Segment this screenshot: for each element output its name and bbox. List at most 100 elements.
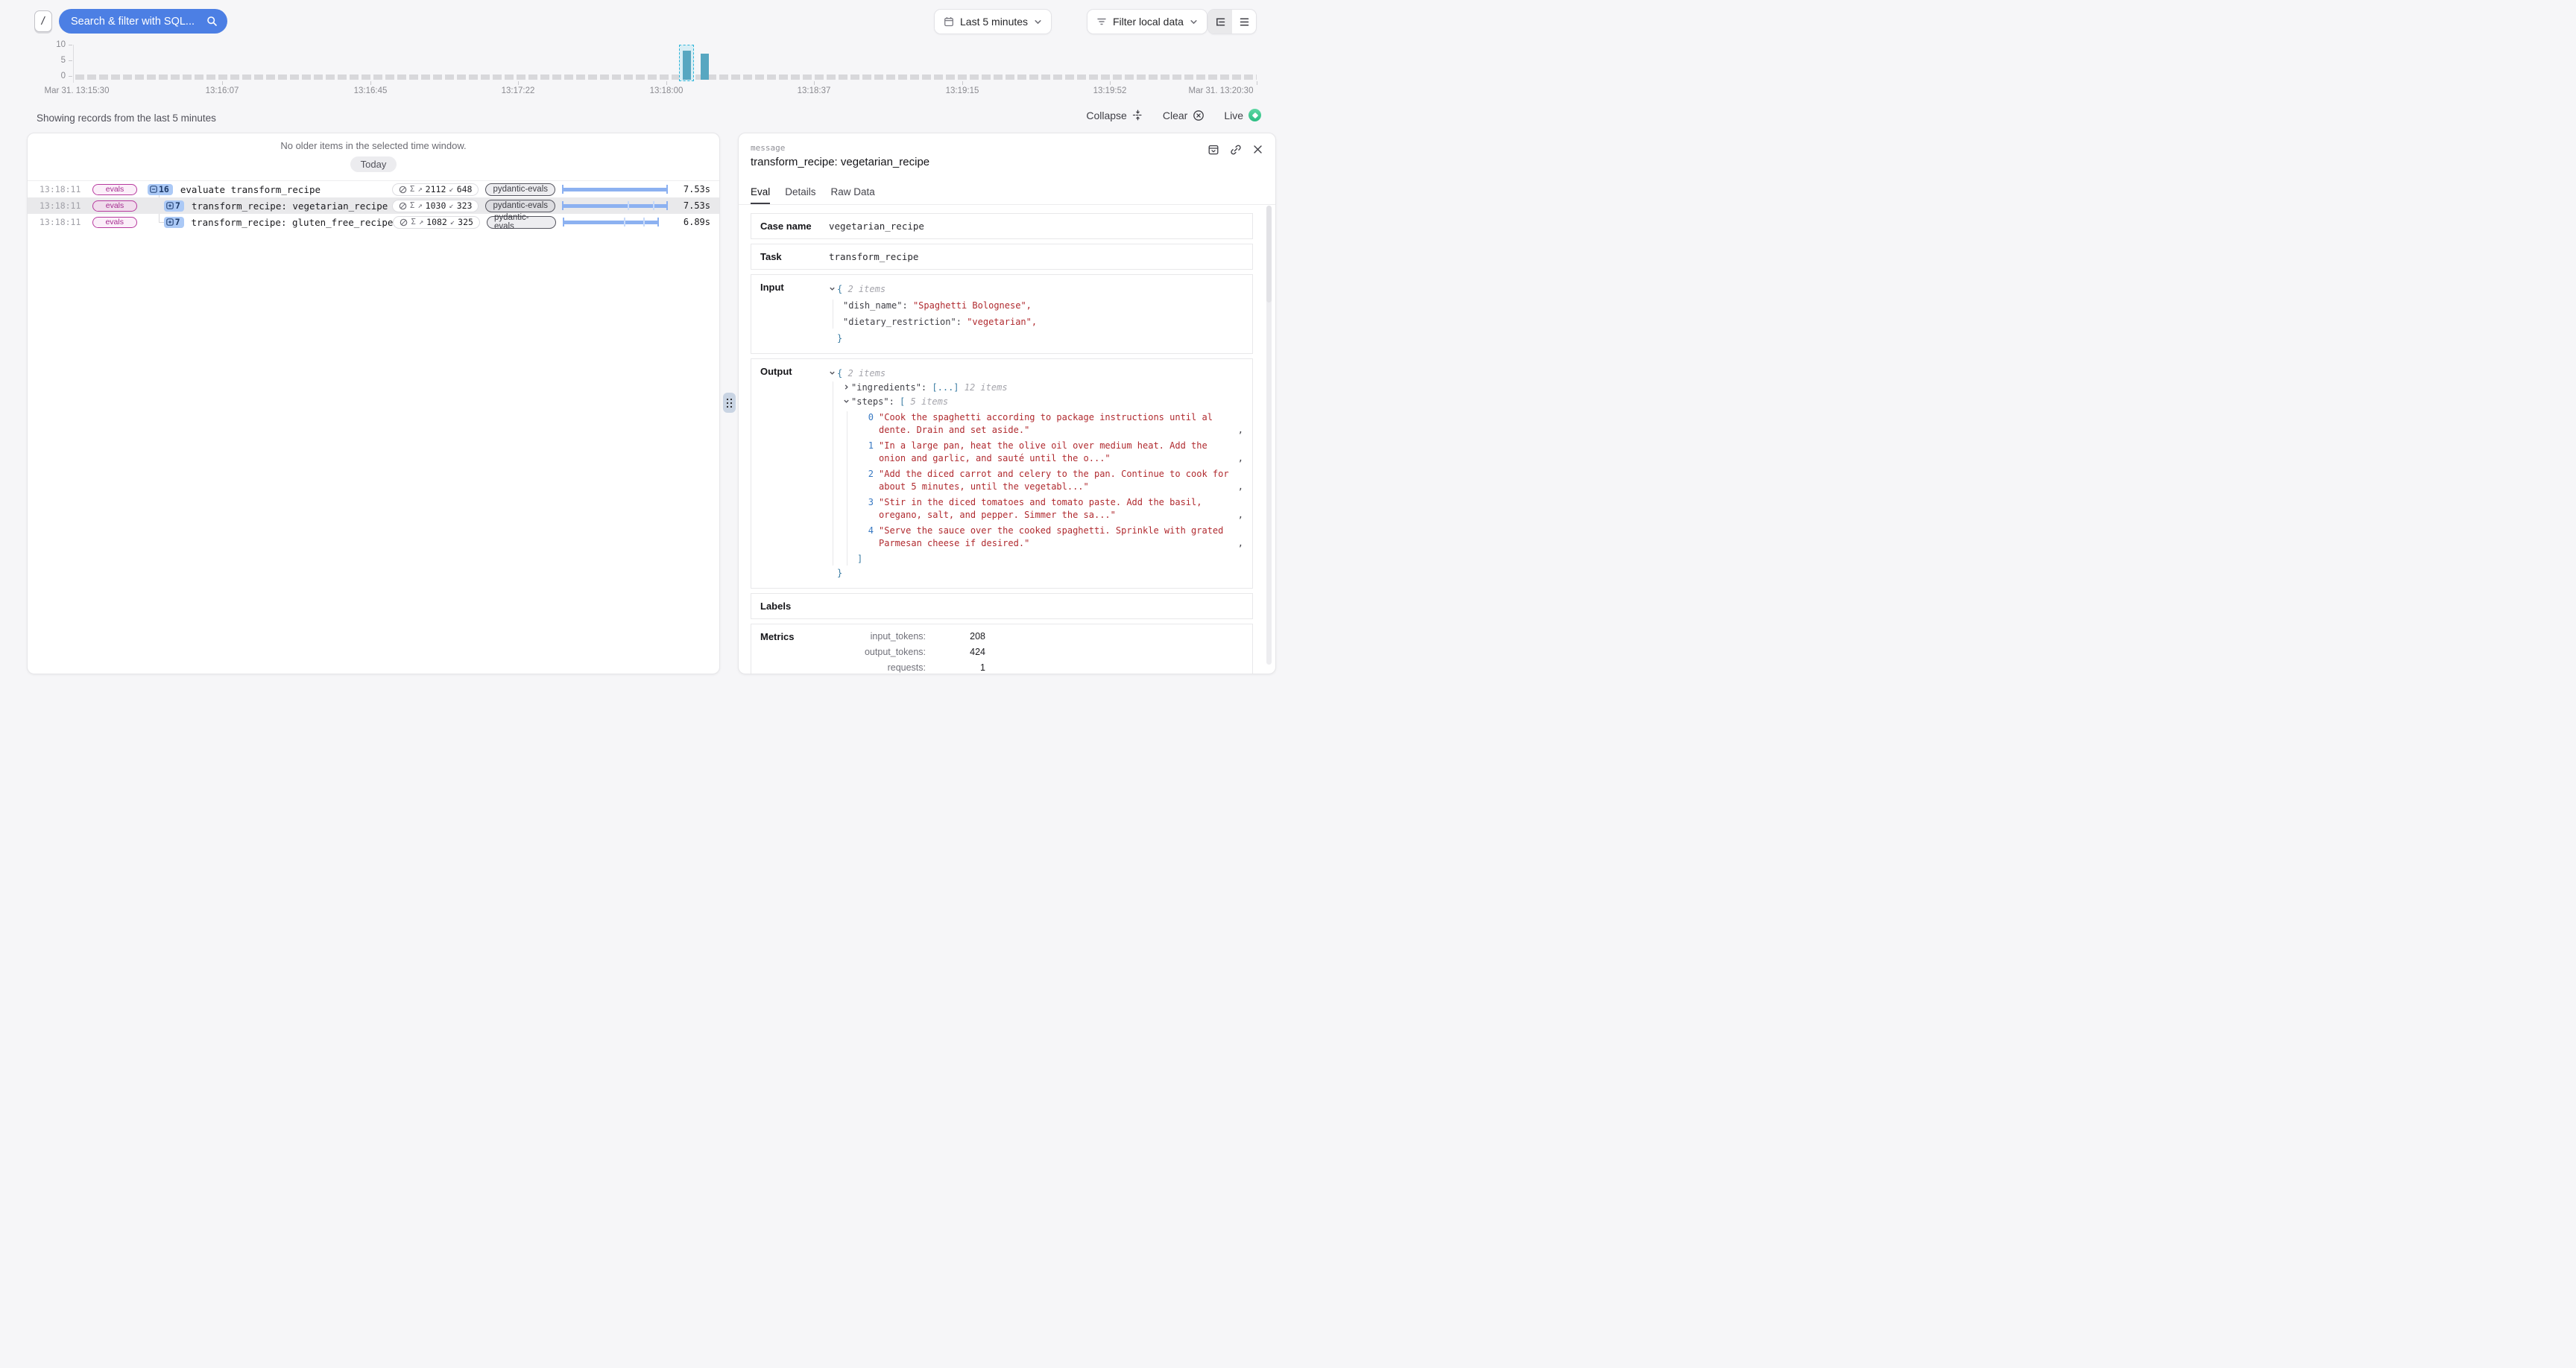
expand-children-badge[interactable]: 7 bbox=[164, 200, 184, 212]
case-name-label: Case name bbox=[760, 221, 829, 232]
input-token-count: 2112 bbox=[426, 184, 446, 194]
arrow-down-left-icon: ↙ bbox=[450, 218, 455, 227]
chevron-right-icon[interactable] bbox=[843, 384, 851, 390]
x-tick-label: 13:16:45 bbox=[354, 86, 388, 95]
scope-badge: evals bbox=[92, 184, 137, 195]
x-tick-label: 13:16:07 bbox=[206, 86, 239, 95]
output-token-count: 323 bbox=[457, 200, 473, 211]
token-coin-icon bbox=[400, 218, 408, 227]
x-tick-label: Mar 31. 13:20:30 bbox=[1189, 86, 1254, 95]
eval-sections: Case name vegetarian_recipe Task transfo… bbox=[751, 213, 1263, 674]
record-name: transform_recipe: gluten_free_recipe bbox=[192, 217, 394, 228]
task-label: Task bbox=[760, 251, 829, 262]
metric-value: 1 bbox=[926, 662, 985, 673]
metric-value: 208 bbox=[926, 631, 985, 642]
arrow-up-right-icon: ↗ bbox=[417, 201, 422, 210]
case-name-row: Case name vegetarian_recipe bbox=[751, 213, 1253, 239]
package-tag[interactable]: pydantic-evals bbox=[487, 216, 556, 229]
tab-raw-data[interactable]: Raw Data bbox=[831, 186, 875, 204]
tab-eval[interactable]: Eval bbox=[751, 186, 770, 204]
input-token-count: 1030 bbox=[426, 200, 446, 211]
json-array-item: 1"In a large pan, heat the olive oil ove… bbox=[857, 440, 1243, 465]
token-usage-pill[interactable]: Σ ↗2112 ↙648 bbox=[392, 183, 479, 196]
json-string-value: "Stir in the diced tomatoes and tomato p… bbox=[879, 496, 1232, 522]
clear-button[interactable]: Clear bbox=[1163, 110, 1205, 121]
close-icon[interactable] bbox=[1252, 144, 1263, 156]
array-index: 1 bbox=[857, 440, 874, 465]
record-name: evaluate transform_recipe bbox=[180, 184, 321, 195]
chevron-down-icon[interactable] bbox=[843, 398, 851, 405]
record-row[interactable]: 13:18:11 evals 16 evaluate transform_rec… bbox=[28, 181, 719, 197]
arrow-up-right-icon: ↗ bbox=[419, 218, 423, 227]
arrow-down-left-icon: ↙ bbox=[449, 201, 453, 210]
metrics-row: Metrics input_tokens:208 output_tokens:4… bbox=[751, 624, 1253, 674]
collapse-icon bbox=[1132, 110, 1143, 121]
token-usage-pill[interactable]: Σ ↗1082 ↙325 bbox=[393, 216, 479, 229]
today-pill[interactable]: Today bbox=[350, 156, 397, 172]
items-note: 12 items bbox=[965, 382, 1008, 393]
scope-badge: evals bbox=[92, 200, 137, 212]
json-string-value: "Serve the sauce over the cooked spaghet… bbox=[879, 525, 1232, 550]
records-panel: No older items in the selected time wind… bbox=[27, 133, 720, 674]
arrow-down-left-icon: ↙ bbox=[449, 185, 453, 194]
tab-details[interactable]: Details bbox=[785, 186, 815, 204]
package-tag[interactable]: pydantic-evals bbox=[485, 183, 555, 196]
output-row: Output { 2 items "ingredients": [...] 12… bbox=[751, 358, 1253, 589]
timeline-histogram[interactable]: 10 5 0 Mar 31. 13:15:30 13:16:07 13:16:4… bbox=[0, 42, 1288, 101]
copy-link-icon[interactable] bbox=[1230, 144, 1242, 156]
sigma-icon: Σ bbox=[411, 218, 415, 227]
json-string-value: "Spaghetti Bolognese", bbox=[913, 300, 1032, 311]
json-string-value: "Cook the spaghetti according to package… bbox=[879, 411, 1232, 437]
output-token-count: 648 bbox=[457, 184, 473, 194]
items-note: 2 items bbox=[847, 284, 886, 294]
square-minus-icon bbox=[150, 186, 157, 193]
panel-resize-handle[interactable] bbox=[723, 393, 736, 413]
record-name: transform_recipe: vegetarian_recipe bbox=[192, 200, 388, 212]
chevron-down-icon[interactable] bbox=[829, 370, 837, 376]
token-coin-icon bbox=[399, 186, 407, 194]
live-indicator-icon bbox=[1248, 109, 1261, 121]
live-toggle[interactable]: Live bbox=[1224, 109, 1261, 121]
output-label: Output bbox=[760, 366, 829, 581]
x-tick-label: Mar 31. 13:15:30 bbox=[45, 86, 110, 95]
json-string-value: "vegetarian", bbox=[967, 317, 1037, 327]
save-view-icon[interactable] bbox=[1208, 144, 1219, 156]
record-rows: 13:18:11 evals 16 evaluate transform_rec… bbox=[28, 180, 719, 230]
square-plus-icon bbox=[166, 202, 174, 209]
detail-panel: message transform_recipe: vegetarian_rec… bbox=[738, 133, 1276, 674]
duration-bar bbox=[562, 183, 668, 195]
chevron-down-icon[interactable] bbox=[829, 285, 837, 292]
detail-title: transform_recipe: vegetarian_recipe bbox=[751, 156, 1263, 168]
input-json-viewer: { 2 items "dish_name": "Spaghetti Bologn… bbox=[829, 282, 1243, 346]
x-tick-label: 13:19:52 bbox=[1093, 86, 1127, 95]
output-json-viewer: { 2 items "ingredients": [...] 12 items … bbox=[829, 366, 1243, 581]
record-time: 13:18:11 bbox=[40, 184, 83, 194]
histogram-bar[interactable] bbox=[683, 51, 691, 80]
expand-children-badge[interactable]: 7 bbox=[164, 217, 184, 228]
json-array-item: 2"Add the diced carrot and celery to the… bbox=[857, 468, 1243, 493]
collapse-button[interactable]: Collapse bbox=[1086, 110, 1143, 121]
histogram-bar[interactable] bbox=[701, 54, 709, 80]
input-token-count: 1082 bbox=[426, 217, 447, 227]
collapsed-array[interactable]: [...] bbox=[932, 382, 959, 393]
output-token-count: 325 bbox=[458, 217, 473, 227]
json-key: "ingredients" bbox=[851, 382, 921, 393]
metrics-label: Metrics bbox=[760, 631, 829, 674]
json-array-item: 3"Stir in the diced tomatoes and tomato … bbox=[857, 496, 1243, 522]
array-index: 0 bbox=[857, 411, 874, 437]
token-usage-pill[interactable]: Σ ↗ 1030 ↙ 323 bbox=[392, 200, 479, 212]
x-tick-label: 13:19:15 bbox=[946, 86, 979, 95]
clear-circle-x-icon bbox=[1193, 110, 1205, 121]
no-older-items-text: No older items in the selected time wind… bbox=[28, 140, 719, 151]
collapse-children-badge[interactable]: 16 bbox=[148, 184, 173, 195]
record-row[interactable]: 13:18:11 evals 7 transform_recipe: glute… bbox=[28, 214, 719, 230]
items-note: 5 items bbox=[911, 396, 949, 407]
package-tag[interactable]: pydantic-evals bbox=[485, 200, 555, 212]
record-row-selected[interactable]: 13:18:11 evals 7 transform_recipe: veget… bbox=[28, 197, 719, 214]
sigma-icon: Σ bbox=[410, 201, 414, 210]
record-kind-label: message bbox=[751, 143, 1263, 153]
brace: { bbox=[837, 284, 842, 294]
app-root: / Search & filter with SQL... Last 5 min… bbox=[0, 0, 1288, 684]
json-string-value: "Add the diced carrot and celery to the … bbox=[879, 468, 1232, 493]
detail-scrollbar[interactable] bbox=[1266, 206, 1272, 665]
